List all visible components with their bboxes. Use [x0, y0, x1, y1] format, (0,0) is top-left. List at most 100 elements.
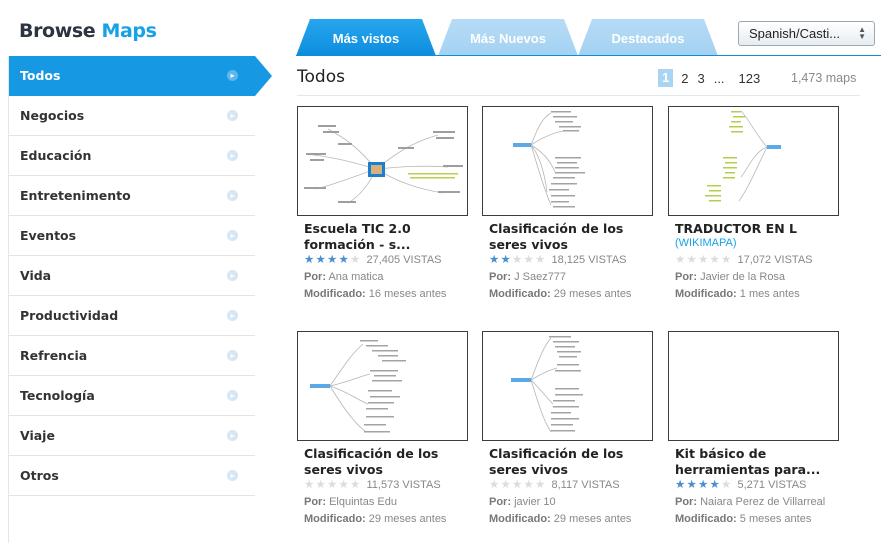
tab-mas-nuevos[interactable]: Más Nuevos — [438, 19, 578, 56]
page-link-2[interactable]: 2 — [681, 71, 688, 86]
sidebar-item-tecnologia[interactable]: Tecnología ▸ — [9, 376, 255, 416]
map-modified: Modificado: 5 meses antes — [675, 513, 811, 525]
map-title[interactable]: Clasificación de los seres vivos — [489, 221, 659, 253]
map-thumbnail[interactable] — [297, 331, 468, 441]
map-title[interactable]: Clasificación de los seres vivos — [489, 446, 659, 478]
map-thumbnail[interactable] — [668, 331, 839, 441]
logo-browse: Browse — [19, 20, 96, 42]
modified-value: 16 meses antes — [368, 288, 447, 300]
map-author: Por: J Saez777 — [489, 271, 566, 283]
modified-value: 5 meses antes — [739, 513, 812, 525]
sidebar-item-viaje[interactable]: Viaje ▸ — [9, 416, 255, 456]
page-link-last[interactable]: 123 — [739, 71, 761, 86]
chevron-right-icon: ▸ — [227, 430, 238, 441]
modified-value: 29 meses antes — [368, 513, 447, 525]
modified-value: 1 mes antes — [739, 288, 800, 300]
star-icon: ★ — [709, 254, 720, 266]
star-icon: ★ — [327, 254, 338, 266]
chevron-right-icon: ▸ — [227, 70, 238, 81]
map-card[interactable]: Clasificación de los seres vivos ★ ★ ★ ★ ★ 1… — [297, 331, 472, 543]
author-name[interactable]: Javier de la Rosa — [700, 271, 785, 283]
map-card[interactable]: Clasificación de los seres vivos ★ ★ ★ ★ ★ 8… — [482, 331, 657, 543]
language-select[interactable]: Spanish/Casti... ▲ ▼ — [738, 21, 875, 46]
sidebar-item-label: Entretenimento — [20, 188, 131, 203]
star-icon: ★ — [304, 479, 315, 491]
page-ellipsis: ... — [713, 70, 725, 86]
map-card[interactable]: Escuela TIC 2.0 formación - s... ★ ★ ★ ★ ★ 2… — [297, 106, 472, 321]
chevron-right-icon: ▸ — [227, 230, 238, 241]
sidebar-item-productividad[interactable]: Productividad ▸ — [9, 296, 255, 336]
chevron-right-icon: ▸ — [227, 270, 238, 281]
chevron-right-icon: ▸ — [227, 390, 238, 401]
wikimapa-badge[interactable]: (WIKIMAPA) — [675, 237, 737, 249]
star-icon: ★ — [315, 479, 326, 491]
sidebar-item-refrencia[interactable]: Refrencia ▸ — [9, 336, 255, 376]
tab-mas-vistos[interactable]: Más vistos — [296, 19, 436, 56]
chevron-right-icon: ▸ — [227, 310, 238, 321]
star-icon: ★ — [698, 254, 709, 266]
author-label: Por: — [304, 271, 326, 283]
modified-value: 29 meses antes — [553, 513, 632, 525]
author-name[interactable]: Naiara Perez de Villarreal — [700, 496, 825, 508]
star-icon: ★ — [512, 479, 523, 491]
sidebar-item-educacion[interactable]: Educación ▸ — [9, 136, 255, 176]
map-thumbnail[interactable] — [482, 106, 653, 216]
map-title[interactable]: TRADUCTOR EN L — [675, 221, 845, 237]
header: Browse Maps Más vistos Más Nuevos Destac… — [0, 0, 881, 56]
map-card[interactable]: Clasificación de los seres vivos ★ ★ ★ ★ ★ 1… — [482, 106, 657, 321]
view-count: 18,125 VISTAS — [551, 254, 627, 266]
sidebar-item-negocios[interactable]: Negocios ▸ — [9, 96, 255, 136]
tab-destacados[interactable]: Destacados — [578, 19, 718, 56]
sidebar-item-label: Vida — [20, 268, 52, 283]
star-icon: ★ — [686, 479, 697, 491]
logo[interactable]: Browse Maps — [19, 20, 157, 42]
rating-stars: ★ ★ ★ ★ ★ — [675, 479, 733, 491]
map-card[interactable]: TRADUCTOR EN L (WIKIMAPA) ★ ★ ★ ★ ★ 17,072 V… — [668, 106, 843, 321]
author-label: Por: — [489, 271, 511, 283]
star-icon: ★ — [500, 254, 511, 266]
tab-underline — [296, 55, 881, 56]
map-title[interactable]: Kit básico de herramientas para... — [675, 446, 845, 478]
map-card[interactable]: Kit básico de herramientas para... ★ ★ ★ ★ ★… — [668, 331, 843, 543]
select-arrows-icon: ▲ ▼ — [858, 25, 866, 41]
author-label: Por: — [675, 271, 697, 283]
star-icon: ★ — [338, 254, 349, 266]
rating-stars: ★ ★ ★ ★ ★ — [304, 479, 362, 491]
map-thumbnail[interactable] — [668, 106, 839, 216]
star-icon: ★ — [709, 479, 720, 491]
sidebar-item-todos[interactable]: Todos ▸ — [9, 56, 272, 96]
sidebar-item-eventos[interactable]: Eventos ▸ — [9, 216, 255, 256]
author-name[interactable]: javier 10 — [514, 496, 556, 508]
page-title: Todos — [297, 67, 345, 87]
author-name[interactable]: Ana matica — [328, 271, 383, 283]
star-icon: ★ — [350, 254, 361, 266]
map-count: 1,473 maps — [791, 71, 857, 85]
sidebar-item-label: Productividad — [20, 308, 119, 323]
map-title[interactable]: Escuela TIC 2.0 formación - s... — [304, 221, 474, 253]
sidebar-item-entretenimento[interactable]: Entretenimento ▸ — [9, 176, 255, 216]
view-count: 17,072 VISTAS — [737, 254, 813, 266]
rating-stars: ★ ★ ★ ★ ★ — [489, 479, 547, 491]
modified-value: 29 meses antes — [553, 288, 632, 300]
logo-maps: Maps — [101, 20, 157, 42]
map-thumbnail[interactable] — [297, 106, 468, 216]
map-modified: Modificado: 29 meses antes — [489, 513, 631, 525]
map-title[interactable]: Clasificación de los seres vivos — [304, 446, 474, 478]
sidebar-item-label: Viaje — [20, 428, 55, 443]
star-icon: ★ — [535, 254, 546, 266]
map-thumbnail[interactable] — [482, 331, 653, 441]
sidebar-item-label: Eventos — [20, 228, 77, 243]
modified-label: Modificado: — [304, 288, 366, 300]
sidebar-item-otros[interactable]: Otros ▸ — [9, 456, 255, 496]
author-name[interactable]: J Saez777 — [514, 271, 566, 283]
language-value: Spanish/Casti... — [749, 26, 841, 41]
page-link-3[interactable]: 3 — [697, 71, 704, 86]
star-icon: ★ — [523, 254, 534, 266]
author-name[interactable]: Elquintas Edu — [329, 496, 397, 508]
page-current[interactable]: 1 — [658, 69, 674, 87]
chevron-right-icon: ▸ — [227, 110, 238, 121]
map-author: Por: javier 10 — [489, 496, 556, 508]
modified-label: Modificado: — [489, 513, 551, 525]
sidebar-item-vida[interactable]: Vida ▸ — [9, 256, 255, 296]
view-count: 8,117 VISTAS — [551, 479, 620, 491]
